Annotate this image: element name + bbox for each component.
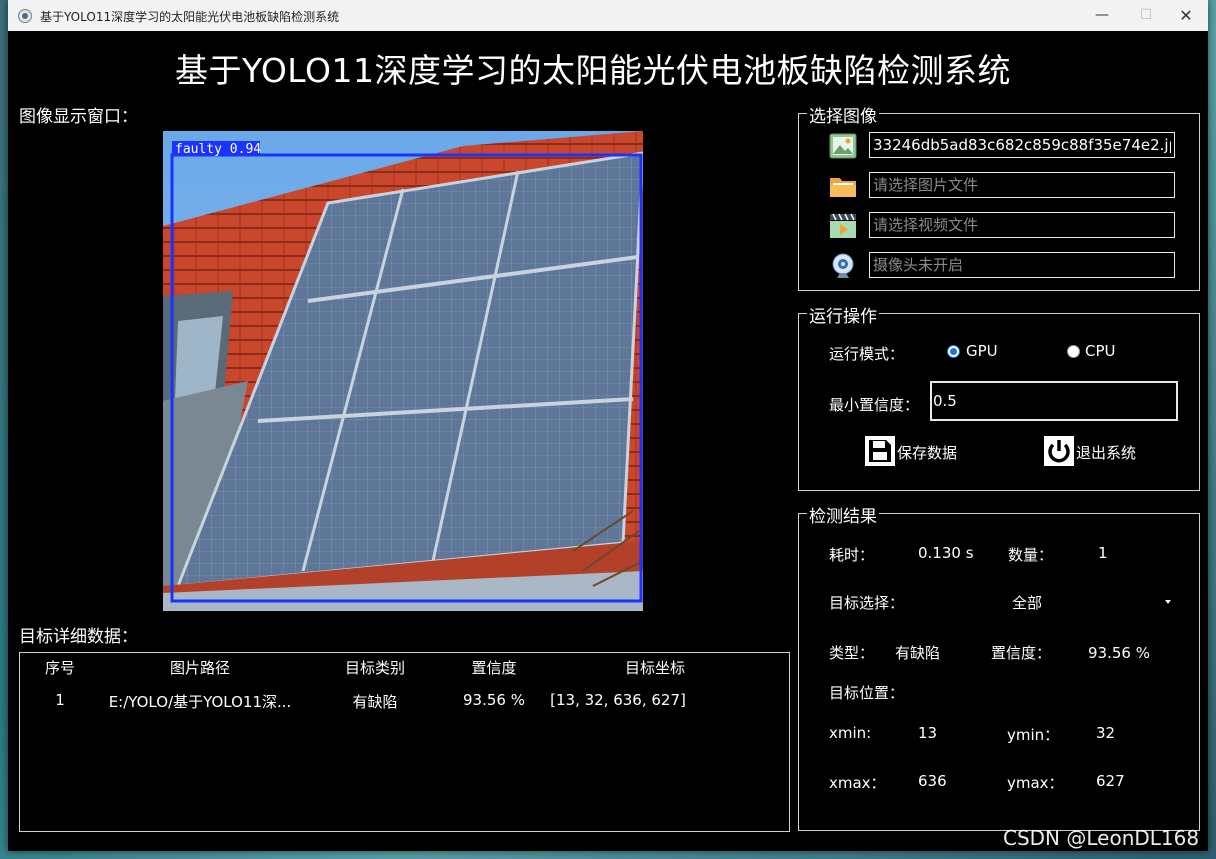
save-icon [865,436,895,466]
column-header-path[interactable]: 图片路径 [170,657,230,678]
confidence-input[interactable] [930,381,1178,421]
save-data-label: 保存数据 [897,444,958,462]
table-cell-index: 1 [55,691,65,709]
count-label: 数量： [1008,546,1054,564]
image-file-input[interactable] [869,172,1175,198]
xmax-label: xmax： [829,774,886,792]
xmin-value: 13 [918,724,938,742]
results-group: 检测结果 耗时： 0.130 s 数量： 1 目标选择： 全部 类型： 有缺陷 … [798,502,1200,831]
time-label: 耗时： [829,546,875,564]
app-icon [18,9,32,23]
ymax-label: ymax： [1007,774,1064,792]
results-title: 检测结果 [807,502,879,527]
power-icon [1044,436,1074,466]
minimize-button[interactable]: — [1080,0,1124,31]
watermark: CSDN @LeonDL168 [1003,826,1200,850]
webcam-icon[interactable] [829,252,857,280]
chevron-down-icon [1165,600,1171,604]
ymin-value: 32 [1096,724,1116,742]
page-title: 基于YOLO11深度学习的太阳能光伏电池板缺陷检测系统 [174,51,1011,90]
type-label: 类型： [829,644,875,662]
image-icon[interactable] [829,132,857,160]
run-ops-title: 运行操作 [807,302,879,327]
time-value: 0.130 s [918,544,974,562]
column-header-coords[interactable]: 目标坐标 [625,657,685,678]
camera-status-input[interactable] [869,252,1175,278]
maximize-button[interactable]: ☐ [1124,0,1168,31]
confidence-label: 最小置信度： [829,396,920,414]
video-icon[interactable] [829,212,857,240]
type-value: 有缺陷 [895,644,941,662]
window-title: 基于YOLO11深度学习的太阳能光伏电池板缺陷检测系统 [40,10,340,24]
run-mode-label: 运行模式： [829,345,905,363]
table-cell-coords: [13, 32, 636, 627] [550,691,686,709]
image-display: faulty 0.94 [163,131,643,611]
exit-system-label: 退出系统 [1076,444,1137,462]
column-header-confidence[interactable]: 置信度 [471,657,516,678]
count-value: 1 [1098,544,1108,562]
target-select-label: 目标选择： [829,594,905,612]
table-cell-confidence: 93.56 % [463,691,525,709]
app-window: 基于YOLO11深度学习的太阳能光伏电池板缺陷检测系统 — ☐ ✕ 基于YOLO… [8,0,1208,851]
run-ops-group: 运行操作 运行模式： GPU CPU 最小置信度： 保存数据 退出系统 [798,302,1200,491]
detection-image: faulty 0.94 [163,131,643,611]
ymin-label: ymin： [1007,726,1060,744]
select-image-title: 选择图像 [807,102,879,127]
title-bar: 基于YOLO11深度学习的太阳能光伏电池板缺陷检测系统 — ☐ ✕ [8,0,1208,31]
conf-value: 93.56 % [1088,644,1150,662]
ymax-value: 627 [1096,772,1125,790]
table-label: 目标详细数据： [19,627,138,647]
gpu-radio[interactable] [947,345,960,358]
table-cell-path: E:/YOLO/基于YOLO11深... [108,693,292,711]
conf-label: 置信度： [991,644,1052,662]
cpu-label[interactable]: CPU [1085,342,1116,360]
cpu-radio[interactable] [1067,345,1080,358]
select-image-group: 选择图像 [798,102,1200,291]
image-panel-label: 图像显示窗口： [19,107,138,127]
detail-table[interactable]: 序号 图片路径 目标类别 置信度 目标坐标 1 E:/YOLO/基于YOLO11… [19,652,790,832]
current-file-field[interactable] [869,132,1175,158]
column-header-class[interactable]: 目标类别 [345,657,405,678]
target-select-value: 全部 [1012,594,1043,612]
detection-label: faulty 0.94 [175,142,261,157]
column-header-index[interactable]: 序号 [45,657,75,678]
video-file-input[interactable] [869,212,1175,238]
target-select-dropdown[interactable]: 全部 [999,586,1179,616]
gpu-label[interactable]: GPU [966,342,998,360]
table-cell-class: 有缺陷 [352,693,398,711]
close-button[interactable]: ✕ [1164,0,1208,31]
xmax-value: 636 [918,772,947,790]
folder-icon[interactable] [829,172,857,200]
position-label: 目标位置： [829,684,905,702]
xmin-label: xmin: [829,724,872,742]
